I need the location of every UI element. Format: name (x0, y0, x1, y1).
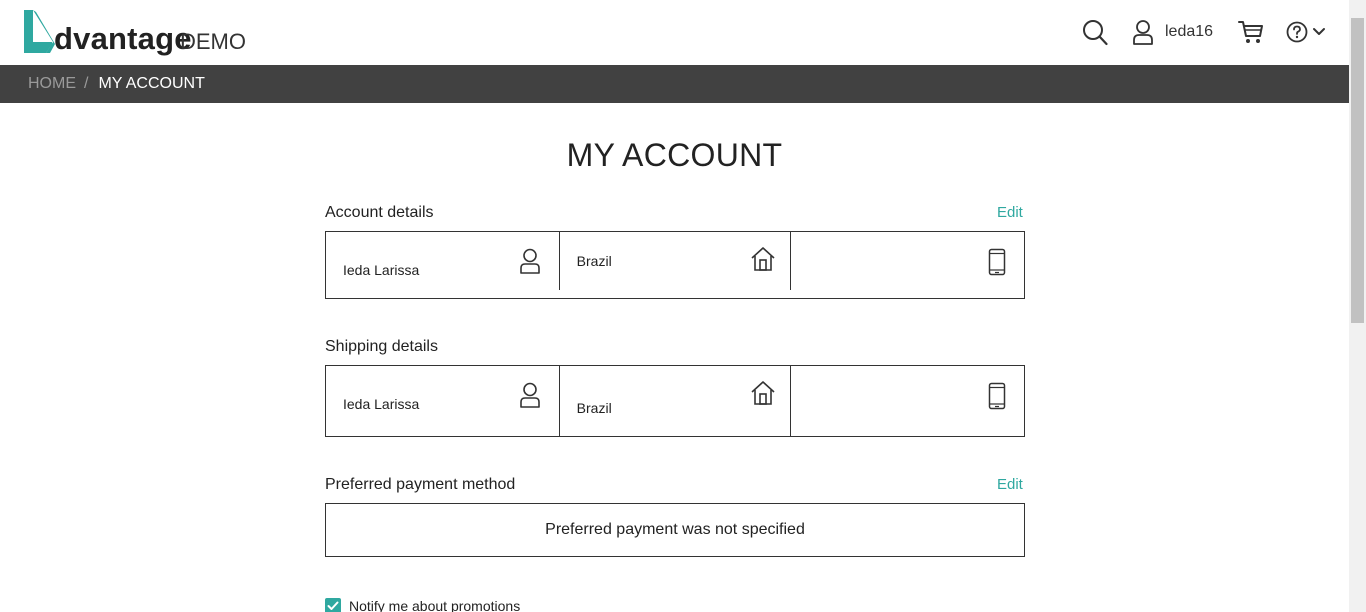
promotions-checkbox[interactable] (325, 598, 341, 612)
shipping-country: Brazil (576, 400, 612, 416)
page-title: MY ACCOUNT (566, 137, 783, 173)
user-icon[interactable] (1132, 20, 1154, 45)
username-label[interactable]: leda16 (1165, 23, 1213, 41)
logo-text: dvantage (54, 21, 192, 56)
home-icon (751, 247, 775, 271)
breadcrumb-home-link[interactable]: HOME (28, 75, 76, 93)
shipping-name: Ieda Larissa (343, 396, 420, 412)
account-name-cell: Ieda Larissa (326, 232, 559, 298)
cart-icon[interactable] (1238, 19, 1264, 45)
breadcrumb-current: MY ACCOUNT (98, 75, 205, 92)
logo-demo-text: DEMO (180, 29, 246, 54)
checkmark-icon (327, 601, 339, 610)
logo-mark-icon (24, 10, 55, 53)
chevron-down-icon[interactable] (1312, 27, 1326, 37)
payment-method-box: Preferred payment was not specified (325, 503, 1025, 557)
payment-method-edit-link[interactable]: Edit (997, 476, 1023, 493)
account-country-cell: Brazil (558, 232, 792, 290)
scrollbar-thumb[interactable] (1351, 18, 1364, 323)
shipping-country-cell: Brazil (558, 366, 792, 436)
account-details-title: Account details (325, 204, 434, 221)
shipping-phone-cell (791, 366, 1024, 436)
promotions-option: Notify me about promotions (325, 598, 520, 612)
account-details-card: Ieda Larissa Brazil (325, 231, 1025, 299)
payment-method-message: Preferred payment was not specified (545, 521, 805, 538)
search-icon[interactable] (1082, 19, 1108, 46)
site-header: dvantage DEMO leda16 (0, 0, 1349, 65)
account-details-edit-link[interactable]: Edit (997, 204, 1023, 221)
shipping-details-card: Ieda Larissa Brazil (325, 365, 1025, 437)
person-icon (520, 382, 540, 408)
account-country: Brazil (576, 253, 612, 269)
shipping-details-title: Shipping details (325, 338, 438, 355)
payment-method-title: Preferred payment method (325, 476, 516, 493)
help-icon[interactable] (1286, 21, 1308, 43)
shipping-name-cell: Ieda Larissa (326, 366, 559, 436)
account-name: Ieda Larissa (343, 262, 420, 278)
breadcrumb-separator: / (84, 75, 89, 92)
promotions-label[interactable]: Notify me about promotions (349, 598, 520, 612)
breadcrumb: HOME / MY ACCOUNT (0, 65, 1349, 103)
phone-icon (989, 382, 1006, 410)
home-icon (751, 381, 775, 405)
page-scrollbar[interactable] (1349, 0, 1366, 612)
account-phone-cell (791, 232, 1024, 298)
phone-icon (989, 248, 1006, 276)
person-icon (520, 248, 540, 274)
